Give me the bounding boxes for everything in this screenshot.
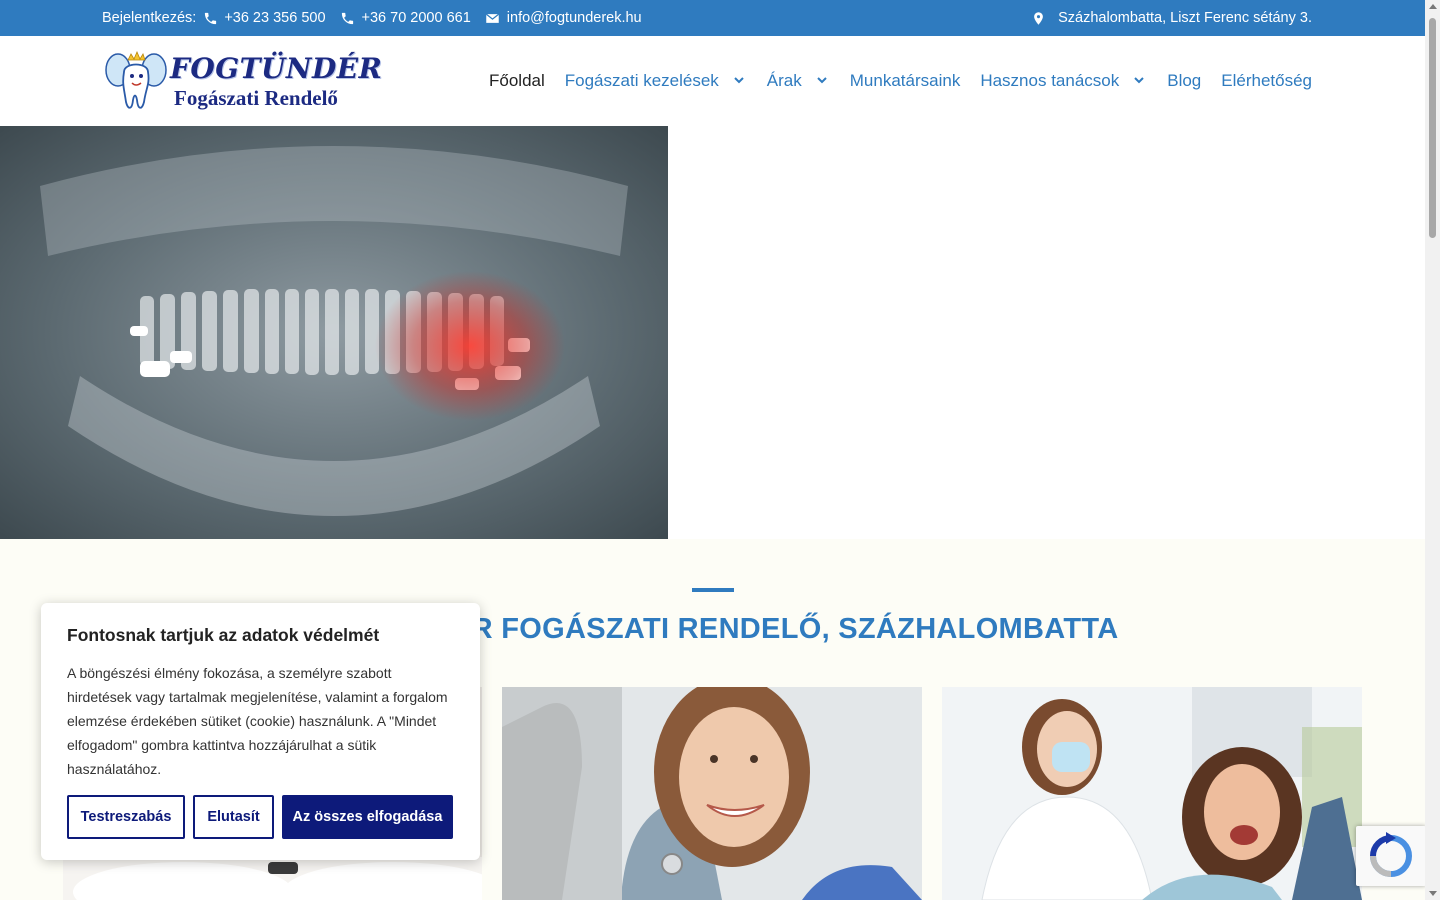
site-header: FOGTÜNDÉR Fogászati Rendelő Főoldal Fogá… (0, 36, 1425, 126)
accept-all-button[interactable]: Az összes elfogadása (282, 795, 453, 839)
top-contact-bar: Bejelentkezés: +36 23 356 500 +36 70 200… (0, 0, 1425, 36)
card-image-2[interactable] (502, 687, 922, 900)
scrollbar-thumb[interactable] (1429, 18, 1436, 238)
phone-icon (340, 10, 356, 26)
nav-label: Elérhetőség (1221, 71, 1312, 90)
tooth-fairy-logo-icon (105, 50, 167, 109)
logo-title: FOGTÜNDÉR (170, 52, 383, 85)
dentist-treatment-photo (942, 687, 1362, 900)
nav-label: Munkatársaink (849, 71, 961, 90)
card-image-3[interactable] (942, 687, 1362, 900)
nav-item-fooldal[interactable]: Főoldal (489, 71, 545, 91)
scroll-up-arrow-icon[interactable] (1429, 4, 1437, 9)
cookie-text: A böngészési élmény fokozása, a személyr… (67, 665, 448, 777)
nav-item-fogaszati-kezelesek[interactable]: Fogászati kezelések (565, 71, 747, 91)
nav-item-arak[interactable]: Árak (767, 71, 830, 91)
envelope-icon (485, 10, 501, 26)
nav-label: Főoldal (489, 71, 545, 90)
dental-xray-illustration (0, 126, 668, 539)
nav-label: Blog (1167, 71, 1202, 90)
contact-info: Bejelentkezés: +36 23 356 500 +36 70 200… (102, 0, 642, 36)
map-pin-icon (1030, 10, 1046, 26)
address-text[interactable]: Százhalombatta, Liszt Ferenc sétány 3. (1058, 10, 1312, 26)
phone-link-1[interactable]: +36 23 356 500 (224, 10, 325, 26)
email-link[interactable]: info@fogtunderek.hu (507, 10, 642, 26)
logo-subtitle: Fogászati Rendelő (174, 86, 338, 110)
nav-label: Fogászati kezelések (564, 71, 719, 90)
chevron-down-icon[interactable] (1133, 74, 1147, 88)
site-logo[interactable]: FOGTÜNDÉR Fogászati Rendelő (104, 48, 382, 114)
nav-item-elerhetoseg[interactable]: Elérhetőség (1221, 71, 1312, 91)
hero-xray-image (0, 126, 668, 539)
phone-icon (202, 10, 218, 26)
smiling-patient-photo (502, 687, 922, 900)
reject-button[interactable]: Elutasít (193, 795, 274, 839)
cookie-buttons: Testreszabás Elutasít Az összes elfogadá… (67, 795, 453, 839)
scroll-down-arrow-icon[interactable] (1429, 891, 1437, 896)
login-label: Bejelentkezés: (102, 10, 197, 26)
phone-link-2[interactable]: +36 70 2000 661 (362, 10, 471, 26)
nav-item-hasznos-tanacsok[interactable]: Hasznos tanácsok (980, 71, 1147, 91)
recaptcha-icon (1370, 832, 1412, 877)
chevron-down-icon[interactable] (733, 74, 747, 88)
nav-label: Árak (766, 71, 802, 90)
main-navigation: Főoldal Fogászati kezelések Árak Munkatá… (489, 36, 1312, 126)
address-info: Százhalombatta, Liszt Ferenc sétány 3. (1030, 0, 1312, 36)
hero-empty-area (668, 126, 1425, 539)
nav-label: Hasznos tanácsok (980, 71, 1120, 90)
heading-accent-line (692, 588, 734, 592)
cookie-consent-banner: Fontosnak tartjuk az adatok védelmét A b… (41, 603, 480, 860)
nav-item-blog[interactable]: Blog (1167, 71, 1201, 91)
cookie-title: Fontosnak tartjuk az adatok védelmét (67, 625, 380, 645)
recaptcha-badge[interactable] (1356, 826, 1426, 886)
customize-button[interactable]: Testreszabás (67, 795, 185, 839)
nav-item-munkatarsaink[interactable]: Munkatársaink (850, 71, 961, 91)
page-scrollbar[interactable] (1425, 0, 1440, 900)
chevron-down-icon[interactable] (816, 74, 830, 88)
